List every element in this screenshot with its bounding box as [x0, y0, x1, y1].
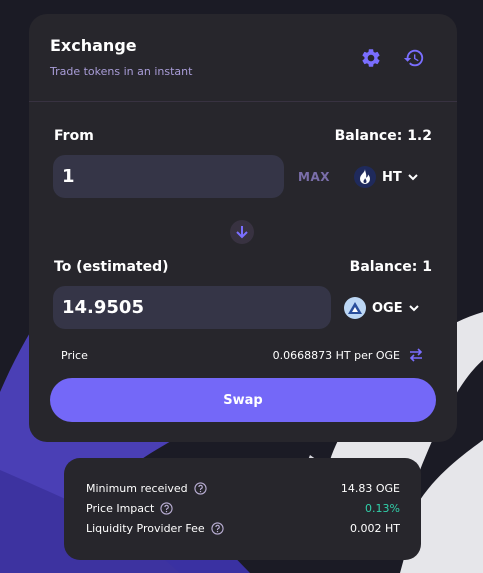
- detail-row: Price Impact 0.13%: [86, 502, 400, 518]
- trade-details-panel: Minimum received 14.83 OGE Price Impact …: [64, 458, 421, 560]
- from-amount-value: 1: [62, 166, 75, 187]
- price-impact-value: 0.13%: [365, 502, 400, 515]
- gear-icon[interactable]: [360, 47, 382, 69]
- detail-label: Minimum received: [86, 482, 188, 495]
- detail-value: 14.83 OGE: [340, 482, 400, 495]
- history-icon[interactable]: [403, 47, 425, 69]
- from-token-symbol: HT: [382, 169, 402, 185]
- card-header: Exchange Trade tokens in an instant: [29, 14, 457, 102]
- from-balance: Balance: 1.2: [334, 128, 432, 144]
- to-amount-value: 14.9505: [62, 297, 144, 318]
- to-token-symbol: OGE: [372, 300, 403, 316]
- chevron-down-icon: [408, 304, 419, 312]
- help-icon[interactable]: [160, 502, 174, 515]
- chevron-down-icon: [408, 173, 418, 181]
- arrow-down-icon: [236, 226, 248, 239]
- help-icon[interactable]: [194, 482, 207, 495]
- oge-icon: [344, 297, 366, 319]
- to-token-selector[interactable]: OGE: [344, 297, 419, 319]
- price-value: 0.0668873 HT per OGE: [272, 349, 400, 362]
- huobi-flame-icon: [354, 166, 376, 188]
- detail-label: Liquidity Provider Fee: [86, 522, 205, 535]
- swap-price-direction-icon[interactable]: [408, 347, 424, 363]
- from-amount-input[interactable]: 1: [53, 155, 284, 198]
- detail-label: Price Impact: [86, 502, 155, 515]
- from-label: From: [54, 128, 94, 144]
- max-button[interactable]: MAX: [298, 170, 330, 184]
- to-label: To (estimated): [54, 259, 169, 275]
- detail-row: Liquidity Provider Fee 0.002 HT: [86, 522, 400, 538]
- detail-value: 0.002 HT: [350, 522, 400, 535]
- swap-button[interactable]: Swap: [50, 378, 436, 422]
- help-icon[interactable]: [210, 522, 224, 535]
- switch-direction-button[interactable]: [230, 220, 254, 244]
- to-balance: Balance: 1: [349, 259, 432, 275]
- from-token-selector[interactable]: HT: [354, 166, 418, 188]
- price-label: Price: [61, 349, 88, 362]
- to-amount-input[interactable]: 14.9505: [53, 286, 331, 329]
- page-title: Exchange: [50, 36, 137, 55]
- detail-row: Minimum received 14.83 OGE: [86, 482, 400, 498]
- page-subtitle: Trade tokens in an instant: [50, 65, 193, 78]
- exchange-card: Exchange Trade tokens in an instant From…: [29, 14, 457, 442]
